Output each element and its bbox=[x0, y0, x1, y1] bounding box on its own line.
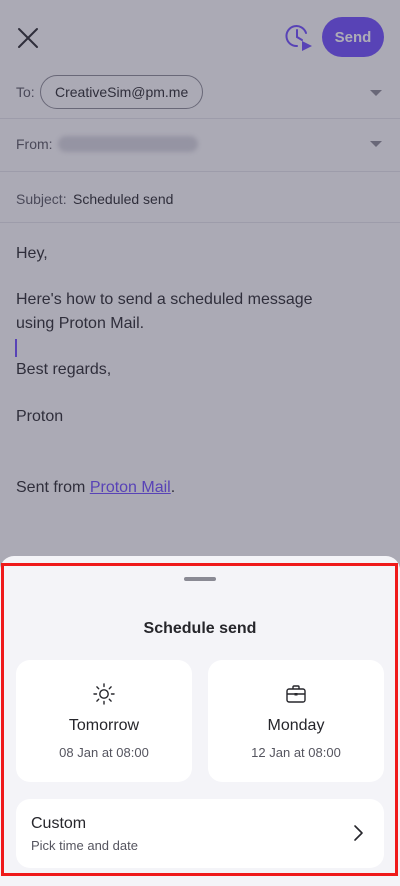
sheet-drag-handle[interactable] bbox=[184, 577, 216, 581]
schedule-option-tomorrow[interactable]: Tomorrow 08 Jan at 08:00 bbox=[16, 660, 192, 782]
option-title: Tomorrow bbox=[68, 717, 140, 734]
custom-title: Custom bbox=[31, 815, 87, 832]
option-subtitle: 08 Jan at 08:00 bbox=[59, 745, 149, 760]
sun-icon bbox=[93, 683, 115, 705]
schedule-option-custom[interactable]: Custom Pick time and date bbox=[16, 799, 384, 868]
option-subtitle: 12 Jan at 08:00 bbox=[251, 745, 341, 760]
custom-subtitle: Pick time and date bbox=[31, 838, 138, 853]
schedule-option-monday[interactable]: Monday 12 Jan at 08:00 bbox=[208, 660, 384, 782]
option-title: Monday bbox=[267, 717, 325, 734]
briefcase-icon bbox=[286, 685, 306, 703]
chevron-right-icon bbox=[354, 825, 363, 841]
sheet-title: Schedule send bbox=[143, 620, 257, 637]
